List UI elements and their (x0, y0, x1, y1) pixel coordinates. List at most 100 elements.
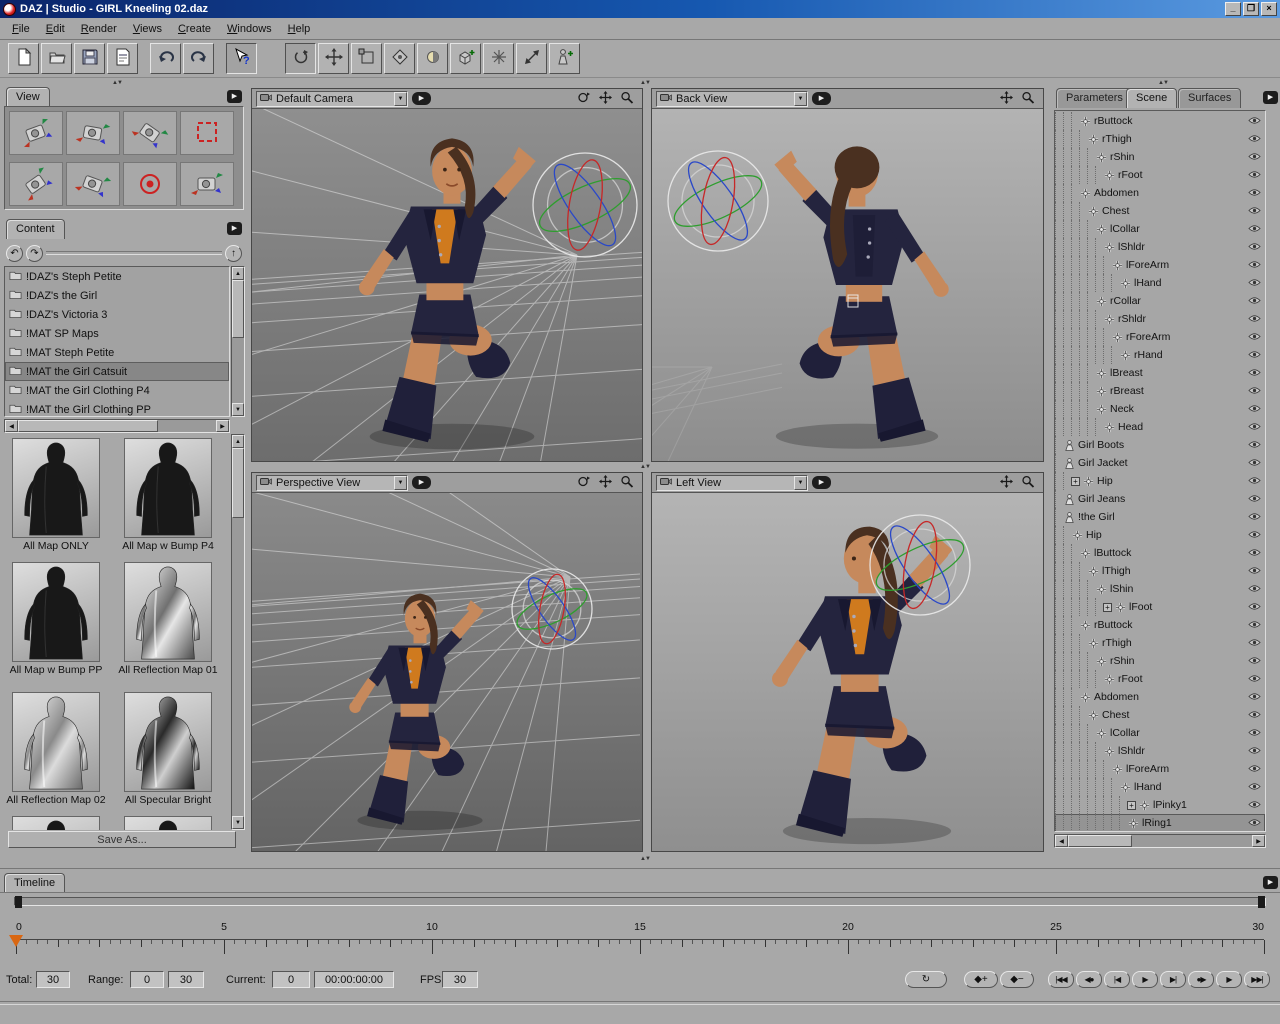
tree-item-rbuttock[interactable]: rButtock (1055, 112, 1265, 130)
scene-panel-expand-button[interactable]: ▶ (1263, 91, 1278, 104)
visibility-eye-icon[interactable] (1248, 188, 1261, 197)
visibility-eye-icon[interactable] (1248, 584, 1261, 593)
thumbnail-all-map-w-bump-p4[interactable]: All Map w Bump P4 (116, 438, 220, 552)
viewport-menu-button[interactable]: ▶ (812, 476, 831, 489)
tree-item-rshin[interactable]: rShin (1055, 148, 1265, 166)
visibility-eye-icon[interactable] (1248, 764, 1261, 773)
visibility-eye-icon[interactable] (1248, 350, 1261, 359)
tab-surfaces[interactable]: Surfaces (1178, 88, 1241, 108)
tree-item-lshin[interactable]: lShin (1055, 580, 1265, 598)
render-document-button[interactable] (107, 43, 138, 74)
tree-item-lforearm[interactable]: lForeArm (1055, 760, 1265, 778)
rotate-camera-tool[interactable] (9, 162, 63, 206)
tree-item-lcollar[interactable]: lCollar (1055, 220, 1265, 238)
center-top-dock-handle[interactable]: ▲▼ (640, 80, 650, 86)
step-forward-button[interactable]: ▶| (1160, 971, 1186, 988)
open-button[interactable] (41, 43, 72, 74)
viewport-3d-scene[interactable] (252, 493, 642, 851)
visibility-eye-icon[interactable] (1248, 566, 1261, 575)
scrollbar-thumb[interactable] (1068, 835, 1132, 847)
thumbnail-partial[interactable] (4, 816, 108, 830)
folder-item-mat-the-girl-clothing-p4[interactable]: !MAT the Girl Clothing P4 (5, 381, 229, 400)
tree-item-girl-jacket[interactable]: Girl Jacket (1055, 454, 1265, 472)
expand-icon[interactable]: + (1071, 477, 1080, 486)
tree-item-rbreast[interactable]: rBreast (1055, 382, 1265, 400)
visibility-eye-icon[interactable] (1248, 134, 1261, 143)
visibility-eye-icon[interactable] (1248, 458, 1261, 467)
center-mid-dock-handle[interactable]: ▲▼ (640, 464, 650, 470)
menu-windows[interactable]: Windows (219, 21, 280, 37)
tab-content[interactable]: Content (6, 219, 65, 239)
scroll-up-icon[interactable]: ▲ (232, 267, 244, 280)
current-frame-input[interactable] (272, 971, 310, 988)
previous-keyframe-button[interactable]: ◀● (1076, 971, 1102, 988)
thumbnail-all-map-w-bump-pp[interactable]: All Map w Bump PP (4, 562, 108, 676)
tree-item-rfoot[interactable]: rFoot (1055, 166, 1265, 184)
save-as-button[interactable]: Save As... (8, 831, 236, 848)
chevron-down-icon[interactable]: ▼ (794, 476, 807, 490)
new-button[interactable] (8, 43, 39, 74)
scroll-down-icon[interactable]: ▼ (232, 403, 244, 416)
zoom-viewport-icon[interactable] (1021, 91, 1036, 107)
tree-item-lpinky1[interactable]: +lPinky1 (1055, 796, 1265, 814)
orbit-rotate-tool-button[interactable] (285, 43, 316, 74)
visibility-eye-icon[interactable] (1248, 818, 1261, 827)
tree-item-rthigh[interactable]: rThigh (1055, 634, 1265, 652)
frame-selection-tool[interactable] (180, 111, 234, 155)
range-end-handle[interactable] (1258, 896, 1265, 908)
menu-create[interactable]: Create (170, 21, 219, 37)
tree-item-chest[interactable]: Chest (1055, 202, 1265, 220)
scrollbar-thumb[interactable] (18, 420, 158, 432)
tree-item-rbuttock[interactable]: rButtock (1055, 616, 1265, 634)
folder-list-hscrollbar[interactable]: ◀ ▶ (4, 419, 230, 433)
view-panel-menu-button[interactable]: ▶ (227, 90, 242, 103)
thumbnails-vscrollbar[interactable]: ▲ ▼ (231, 434, 245, 830)
scroll-right-icon[interactable]: ▶ (1252, 835, 1265, 847)
pan-viewport-icon[interactable] (999, 91, 1014, 107)
tree-item-girl-jeans[interactable]: Girl Jeans (1055, 490, 1265, 508)
fps-input[interactable] (442, 971, 478, 988)
light-tool-button[interactable] (417, 43, 448, 74)
scrollbar-thumb[interactable] (232, 280, 244, 338)
tree-item-rcollar[interactable]: rCollar (1055, 292, 1265, 310)
orbit-viewport-icon[interactable] (576, 91, 591, 107)
play-button[interactable]: ▶ (1132, 971, 1158, 988)
visibility-eye-icon[interactable] (1248, 152, 1261, 161)
center-bottom-dock-handle[interactable]: ▲▼ (640, 856, 650, 862)
tree-item-abdomen[interactable]: Abdomen (1055, 184, 1265, 202)
folder-item-daz-s-the-girl[interactable]: !DAZ's the Girl (5, 286, 229, 305)
tree-item-lring1[interactable]: lRing1 (1055, 814, 1265, 832)
what-is-this-button[interactable]: ? (226, 43, 257, 74)
viewport-menu-button[interactable]: ▶ (812, 92, 831, 105)
pan-camera-tool[interactable] (66, 111, 120, 155)
tree-item-rthigh[interactable]: rThigh (1055, 130, 1265, 148)
aim-camera-tool[interactable] (123, 162, 177, 206)
tree-item-rhand[interactable]: rHand (1055, 346, 1265, 364)
visibility-eye-icon[interactable] (1248, 422, 1261, 431)
right-dock-handle[interactable]: ▲▼ (1158, 80, 1168, 86)
zoom-viewport-icon[interactable] (620, 475, 635, 491)
camera-selector[interactable]: Perspective View ▼ (256, 475, 408, 491)
frame-tool-button[interactable] (351, 43, 382, 74)
create-null-button[interactable] (483, 43, 514, 74)
tree-item-lbreast[interactable]: lBreast (1055, 364, 1265, 382)
viewport-3d-scene[interactable] (652, 109, 1043, 461)
visibility-eye-icon[interactable] (1248, 638, 1261, 647)
play-forward-button[interactable]: ▶ (1216, 971, 1242, 988)
tree-item-abdomen[interactable]: Abdomen (1055, 688, 1265, 706)
undo-button[interactable] (150, 43, 181, 74)
tree-item-lshldr[interactable]: lShldr (1055, 742, 1265, 760)
menu-help[interactable]: Help (280, 21, 319, 37)
visibility-eye-icon[interactable] (1248, 746, 1261, 755)
folder-item-daz-s-victoria-3[interactable]: !DAZ's Victoria 3 (5, 305, 229, 324)
create-primitive-button[interactable] (450, 43, 481, 74)
visibility-eye-icon[interactable] (1248, 116, 1261, 125)
surface-selection-tool-button[interactable] (384, 43, 415, 74)
visibility-eye-icon[interactable] (1248, 242, 1261, 251)
visibility-eye-icon[interactable] (1248, 782, 1261, 791)
total-frames-input[interactable] (36, 971, 70, 988)
timeline-playhead[interactable] (9, 935, 23, 947)
folder-list-vscrollbar[interactable]: ▲ ▼ (231, 266, 245, 417)
visibility-eye-icon[interactable] (1248, 692, 1261, 701)
folder-item-daz-s-steph-petite[interactable]: !DAZ's Steph Petite (5, 267, 229, 286)
